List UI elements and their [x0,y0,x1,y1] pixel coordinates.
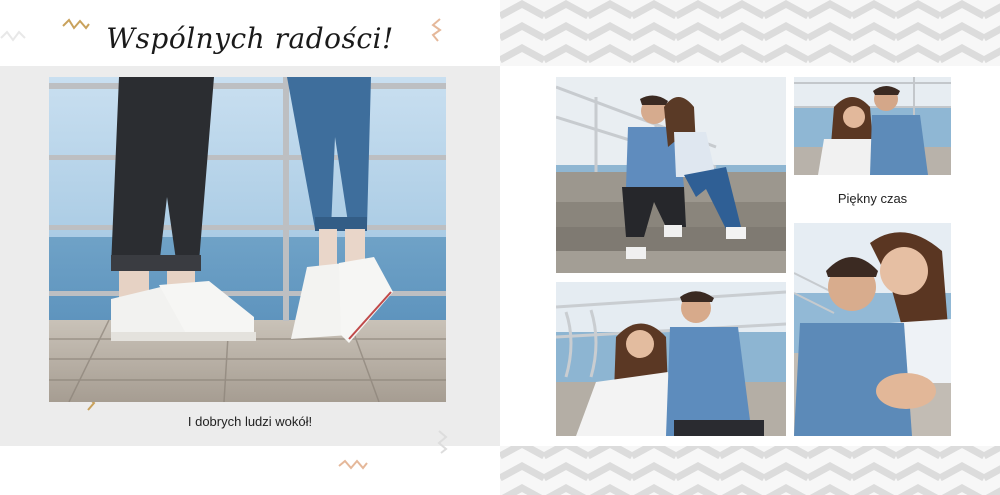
photo-sneakers[interactable] [49,77,446,402]
left-page-caption: I dobrych ludzi wokół! [187,414,313,429]
photo-couple-railing[interactable] [794,77,951,175]
gray-squiggle-icon [437,430,448,454]
photo-couple-steps[interactable] [556,77,786,273]
photo-couple-closeup[interactable] [794,223,951,436]
peach-squiggle-icon [338,459,368,470]
right-page-caption: Piękny czas [837,191,908,206]
gray-squiggle-icon [0,30,26,42]
left-page: Wspólnych radości! I dobrych ludzi wokół… [0,0,500,495]
photo-book-spread: Wspólnych radości! I dobrych ludzi wokół… [0,0,1000,495]
photo-couple-pier[interactable] [556,282,786,436]
peach-squiggle-icon [431,18,442,42]
gold-squiggle-icon [62,18,90,30]
